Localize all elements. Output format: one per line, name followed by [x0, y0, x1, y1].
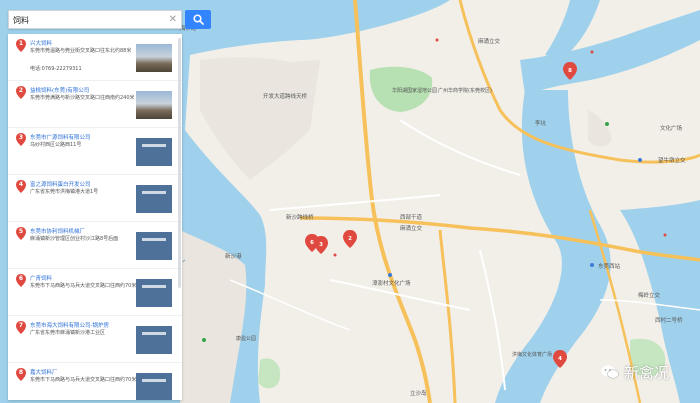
label-ma-yong-li: 麻涌立交	[478, 37, 501, 45]
marker-num: 4	[558, 356, 562, 362]
search-button[interactable]	[185, 10, 211, 29]
search-input[interactable]	[13, 13, 163, 27]
list-item[interactable]: 6 广青饲料 东莞市下马西路与马兵大道交叉路口往西约70米	[8, 269, 182, 316]
wechat-icon	[601, 365, 619, 379]
close-icon[interactable]: ✕	[169, 13, 177, 27]
label-xinsha-bridge: 新沙跨线桥	[286, 213, 314, 221]
result-number: 2	[18, 87, 24, 94]
label-xinsha-river: 新沙港	[225, 252, 242, 260]
scrollbar[interactable]	[178, 38, 181, 288]
list-item[interactable]: 7 东莞市海大饲料有限公司-锅炉房 广东省东莞市麻涌镇新沙港工业区	[8, 316, 182, 363]
result-number: 6	[18, 275, 24, 282]
results-list: 1 兴大饲料 东莞市莞温路与莞业街交叉路口往东北约88米 电话:0769-222…	[8, 34, 182, 400]
result-thumbnail[interactable]	[136, 91, 172, 119]
list-item[interactable]: 3 东莞市广源饲料有限公司 乌纱村西区公路西11号	[8, 128, 182, 175]
label-east: 文化广场	[660, 124, 683, 132]
label-mei-ling: 梅岭立交	[638, 291, 661, 299]
result-title[interactable]: 广青饲料	[30, 274, 52, 282]
result-number: 1	[18, 40, 24, 47]
label-park: 华阳湖国家湿地公园	[392, 87, 437, 94]
label-dragon-bridge: 开发大道跨线天桥	[263, 92, 308, 100]
result-address: 乌纱村西区公路西11号	[30, 142, 82, 148]
result-title[interactable]: 益桃饲料(东莞)有限公司	[30, 86, 89, 94]
label-square: 漳澎村文化广场	[372, 279, 411, 287]
result-number: 8	[18, 369, 24, 376]
list-item[interactable]: 4 富之源饲料蛋白开发公司 广东省东莞市洪梅镇港大道1号	[8, 175, 182, 222]
result-address: 广东省东莞市麻涌镇新沙港工业区	[30, 330, 106, 336]
result-thumbnail[interactable]	[136, 326, 172, 354]
poi-dot	[590, 263, 594, 267]
list-item[interactable]: 5 东莞市协利饲料机械厂 麻涌镇新沙管理区创业村沙江路8号后面	[8, 222, 182, 269]
marker-num: 2	[348, 236, 352, 242]
result-title[interactable]: 东莞市广源饲料有限公司	[30, 133, 91, 141]
label-kang: 康盈公园	[236, 335, 256, 342]
marker-num: 3	[319, 242, 323, 248]
label-culture-square: 洪梅文化体育广场	[512, 351, 552, 358]
poi-dot	[590, 50, 594, 54]
result-address: 东莞市下马西路与马兵大道交叉路口往西约70米	[30, 283, 137, 289]
label-xicun: 西村二号桥	[655, 316, 683, 324]
result-number: 7	[18, 322, 24, 329]
result-title[interactable]: 富之源饲料蛋白开发公司	[30, 180, 91, 188]
result-number: 4	[18, 181, 24, 188]
result-address: 麻涌镇新沙管理区创业村沙江路8号后面	[30, 236, 119, 242]
result-thumbnail[interactable]	[136, 279, 172, 307]
label-dongwan-road: 东莞西站	[598, 262, 621, 270]
poi-dot	[638, 158, 642, 162]
result-number: 3	[18, 134, 24, 141]
poi-dot	[333, 253, 337, 257]
result-number: 5	[18, 228, 24, 235]
poi-dot	[605, 122, 609, 126]
result-thumbnail[interactable]	[136, 373, 172, 400]
poi-dot	[202, 338, 206, 342]
search-icon	[192, 14, 204, 25]
marker-num: 8	[568, 68, 572, 74]
label-lijiao: 立沙岛	[410, 389, 427, 397]
result-thumbnail[interactable]	[136, 185, 172, 213]
list-item[interactable]: 8 嘉大饲料厂 东莞市下马西路与马兵大道交叉路口往西约70米	[8, 363, 182, 400]
poi-dot	[435, 38, 439, 42]
result-address: 广东省东莞市洪梅镇港大道1号	[30, 189, 99, 195]
result-address: 东莞市下马西路与马兵大道交叉路口往西约70米	[30, 377, 137, 383]
label-xibu: 西部干道	[400, 213, 423, 221]
result-thumbnail[interactable]	[136, 44, 172, 72]
result-thumbnail[interactable]	[136, 138, 172, 166]
watermark: 新禽况	[600, 360, 669, 384]
result-title[interactable]: 嘉大饲料厂	[30, 368, 58, 376]
search-panel: ✕ 1 兴大饲料 东莞市莞温路与莞业街交叉路口往东北约88米 电话:0769-2…	[8, 10, 182, 400]
label-ma-yong2: 麻涌立交	[400, 224, 423, 232]
result-title[interactable]: 兴大饲料	[30, 39, 52, 47]
result-address: 东莞市莞温路与莞业街交叉路口往东北约88米	[30, 48, 132, 54]
label-ligang: 李坑	[535, 119, 547, 127]
label-school: 广州华商学院(东莞校区)	[438, 87, 492, 94]
marker-num: 6	[310, 240, 314, 246]
list-item[interactable]: 2 益桃饲料(东莞)有限公司 东莞市莞满路与新沙路交叉路口往西南约240米	[8, 81, 182, 128]
label-rainbow: 望牛墩立交	[658, 156, 686, 164]
result-title[interactable]: 东莞市海大饲料有限公司-锅炉房	[30, 321, 109, 329]
list-item[interactable]: 1 兴大饲料 东莞市莞温路与莞业街交叉路口往东北约88米 电话:0769-222…	[8, 34, 182, 81]
search-bar: ✕	[8, 10, 182, 29]
result-phone: 电话:0769-22279311	[30, 66, 82, 72]
watermark-text: 新禽况	[624, 363, 670, 382]
result-thumbnail[interactable]	[136, 232, 172, 260]
poi-dot	[388, 273, 392, 277]
poi-dot	[663, 233, 667, 237]
result-address: 东莞市莞满路与新沙路交叉路口往西南约240米	[30, 95, 135, 101]
result-title[interactable]: 东莞市协利饲料机械厂	[30, 227, 85, 235]
